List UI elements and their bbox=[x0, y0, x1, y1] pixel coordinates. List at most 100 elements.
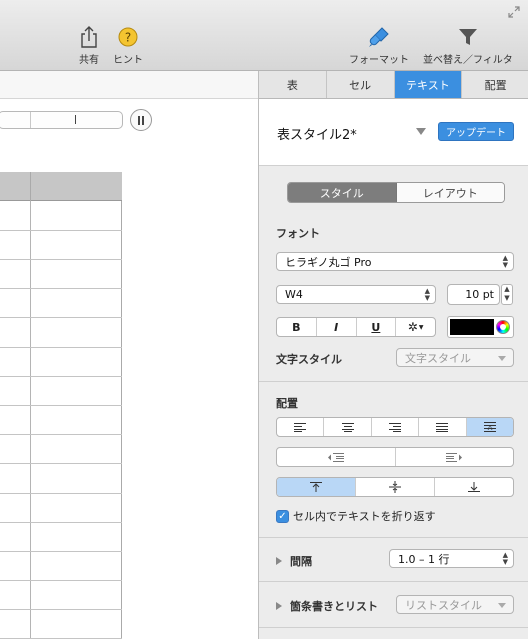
increase-indent-button[interactable] bbox=[396, 448, 514, 466]
checkmark-icon: ✓ bbox=[276, 509, 289, 523]
table-body[interactable] bbox=[0, 201, 122, 639]
sort-filter-button[interactable]: 並べ替え／フィルタ bbox=[423, 26, 513, 66]
underline-button[interactable]: U bbox=[357, 318, 397, 336]
spacing-disclosure[interactable]: 間隔 bbox=[276, 553, 312, 569]
chevron-down-icon bbox=[498, 603, 506, 608]
segment-style[interactable]: スタイル bbox=[288, 183, 397, 202]
segment-mark bbox=[75, 115, 76, 124]
format-inspector: 表 セル テキスト 配置 表スタイル2* アップデート スタイル レイアウト フ… bbox=[258, 71, 528, 639]
align-left-button[interactable] bbox=[277, 418, 325, 436]
tab-cell[interactable]: セル bbox=[327, 71, 395, 98]
align-middle-icon bbox=[389, 481, 401, 493]
font-family-popup[interactable]: ヒラギノ丸ゴ Pro ▲ ▼ bbox=[276, 252, 514, 271]
format-button[interactable]: フォーマット bbox=[349, 26, 409, 66]
paragraph-style-name[interactable]: 表スタイル2* bbox=[277, 124, 357, 143]
row-divider bbox=[0, 347, 122, 348]
format-label: フォーマット bbox=[349, 55, 409, 66]
paintbrush-icon bbox=[368, 26, 390, 48]
italic-button[interactable]: I bbox=[317, 318, 357, 336]
decrease-indent-button[interactable] bbox=[277, 448, 396, 466]
horizontal-alignment-group: A bbox=[276, 417, 514, 437]
pause-icon bbox=[138, 115, 140, 125]
font-size-value: 10 pt bbox=[465, 288, 494, 301]
spacing-label: 間隔 bbox=[290, 555, 312, 568]
divider bbox=[259, 627, 528, 628]
table-header-row[interactable] bbox=[0, 172, 122, 201]
paragraph-style-header: 表スタイル2* アップデート bbox=[259, 99, 528, 166]
style-layout-segmented-control: スタイル レイアウト bbox=[287, 182, 505, 203]
row-divider bbox=[0, 434, 122, 435]
font-family-value: ヒラギノ丸ゴ Pro bbox=[285, 255, 372, 269]
align-auto-button[interactable]: A bbox=[466, 418, 513, 436]
color-wheel-icon[interactable] bbox=[496, 320, 510, 334]
row-divider bbox=[0, 259, 122, 260]
align-top-icon bbox=[310, 482, 322, 492]
bullets-disclosure[interactable]: 箇条書きとリスト bbox=[276, 598, 378, 614]
align-justify-button[interactable] bbox=[419, 418, 467, 436]
align-middle-button[interactable] bbox=[356, 478, 435, 496]
segment-divider bbox=[30, 112, 31, 128]
alignment-section-label: 配置 bbox=[276, 397, 298, 410]
column-divider bbox=[30, 172, 31, 201]
update-button[interactable]: アップデート bbox=[438, 122, 514, 141]
align-auto-icon: A bbox=[483, 422, 496, 432]
indent-icon bbox=[446, 452, 463, 462]
tab-arrange[interactable]: 配置 bbox=[462, 71, 528, 98]
tab-table[interactable]: 表 bbox=[259, 71, 327, 98]
font-size-stepper[interactable]: ▲ ▼ bbox=[501, 284, 513, 305]
segment-layout[interactable]: レイアウト bbox=[396, 183, 504, 202]
share-label: 共有 bbox=[79, 55, 99, 66]
font-size-field[interactable]: 10 pt bbox=[447, 284, 500, 305]
vertical-alignment-group bbox=[276, 477, 514, 497]
inspector-tabs: 表 セル テキスト 配置 bbox=[259, 71, 528, 99]
wrap-text-checkbox[interactable]: ✓ セル内でテキストを折り返す bbox=[276, 508, 436, 524]
updown-arrows-icon: ▲ ▼ bbox=[424, 287, 430, 302]
font-weight-value: W4 bbox=[285, 288, 303, 301]
line-spacing-popup[interactable]: 1.0 – 1 行 ▲ ▼ bbox=[389, 549, 514, 568]
align-bottom-button[interactable] bbox=[435, 478, 513, 496]
align-center-icon bbox=[341, 422, 354, 432]
row-divider bbox=[0, 288, 122, 289]
indent-group bbox=[276, 447, 514, 467]
align-bottom-icon bbox=[468, 482, 480, 492]
advanced-options-button[interactable]: ✲ ▼ bbox=[396, 318, 435, 336]
fullscreen-icon[interactable] bbox=[508, 6, 520, 21]
align-top-button[interactable] bbox=[277, 478, 356, 496]
list-style-popup[interactable]: リストスタイル bbox=[396, 595, 514, 614]
share-button[interactable]: 共有 bbox=[79, 26, 99, 66]
bold-button[interactable]: B bbox=[277, 318, 317, 336]
align-right-button[interactable] bbox=[372, 418, 420, 436]
gear-icon: ✲ bbox=[407, 320, 418, 334]
row-divider bbox=[0, 317, 122, 318]
style-dropdown-arrow-icon[interactable] bbox=[416, 128, 426, 135]
pause-button[interactable] bbox=[130, 109, 152, 131]
list-style-value: リストスタイル bbox=[405, 598, 482, 612]
sheet-segmented-control[interactable] bbox=[0, 111, 123, 129]
font-section-label: フォント bbox=[276, 227, 320, 240]
sheet-canvas[interactable] bbox=[0, 71, 258, 639]
svg-text:A: A bbox=[487, 424, 492, 432]
disclosure-triangle-icon bbox=[276, 557, 282, 565]
hint-button[interactable]: ? ヒント bbox=[113, 26, 143, 66]
svg-text:?: ? bbox=[125, 31, 131, 45]
row-divider bbox=[0, 609, 122, 610]
text-style-buttons: B I U ✲ ▼ bbox=[276, 317, 436, 337]
align-left-icon bbox=[294, 422, 307, 432]
divider bbox=[259, 581, 528, 582]
align-justify-icon bbox=[436, 422, 449, 432]
tab-text[interactable]: テキスト bbox=[394, 71, 463, 98]
sheet-tab-bar bbox=[0, 71, 258, 99]
updown-arrows-icon: ▲ ▼ bbox=[502, 551, 508, 566]
color-swatch bbox=[450, 319, 494, 335]
row-divider bbox=[0, 376, 122, 377]
divider bbox=[259, 537, 528, 538]
text-color-well[interactable] bbox=[447, 316, 514, 338]
font-weight-popup[interactable]: W4 ▲ ▼ bbox=[276, 285, 436, 304]
char-style-popup[interactable]: 文字スタイル bbox=[396, 348, 514, 367]
row-divider bbox=[0, 551, 122, 552]
chevron-down-icon: ▼ bbox=[418, 323, 424, 331]
question-icon: ? bbox=[118, 26, 138, 48]
align-center-button[interactable] bbox=[324, 418, 372, 436]
bullets-label: 箇条書きとリスト bbox=[290, 600, 378, 613]
char-style-value: 文字スタイル bbox=[405, 351, 471, 365]
